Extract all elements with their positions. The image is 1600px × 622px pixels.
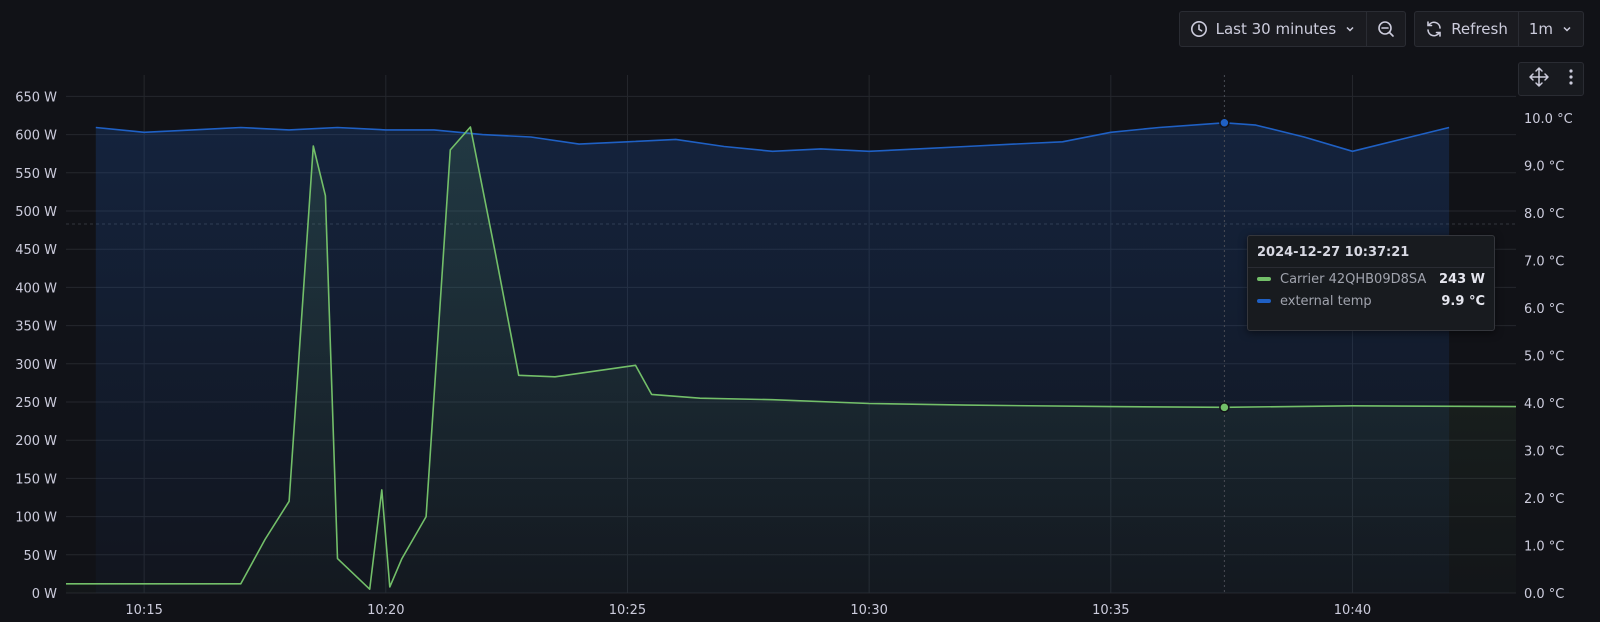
hover-tooltip: 2024-12-27 10:37:21 Carrier 42QHB09D8SA … — [1247, 235, 1495, 331]
tooltip-series-value: 243 W — [1438, 271, 1485, 287]
y-left-tick-label: 0 W — [32, 587, 57, 602]
x-axis: 10:15 10:20 10:25 10:30 10:35 10:40 — [125, 603, 1371, 618]
tooltip-row-power: Carrier 42QHB09D8SA 243 W — [1248, 268, 1494, 290]
x-tick-label: 10:30 — [850, 603, 887, 618]
panel-controls — [1518, 62, 1584, 96]
y-left-tick-label: 500 W — [15, 205, 57, 220]
x-tick-label: 10:40 — [1334, 603, 1371, 618]
hover-point-left — [1219, 402, 1230, 413]
y-left-tick-label: 550 W — [15, 167, 57, 182]
x-tick-label: 10:20 — [367, 603, 404, 618]
y-right-tick-label: 6.0 °C — [1524, 302, 1564, 317]
y-left-tick-label: 50 W — [23, 549, 57, 564]
tooltip-time: 2024-12-27 10:37:21 — [1248, 236, 1494, 268]
temp-swatch — [1257, 299, 1271, 303]
y-left-tick-label: 200 W — [15, 434, 57, 449]
move-icon[interactable] — [1528, 66, 1550, 92]
y-right-tick-label: 7.0 °C — [1524, 255, 1564, 270]
y-left-tick-label: 300 W — [15, 358, 57, 373]
kebab-menu-icon[interactable] — [1568, 68, 1574, 90]
tooltip-series-name: Carrier 42QHB09D8SA — [1280, 271, 1427, 287]
y-left-tick-label: 150 W — [15, 472, 57, 487]
left-axis: 0 W 50 W 100 W 150 W 200 W 250 W 300 W 350 W 400… — [15, 90, 57, 602]
y-left-tick-label: 650 W — [15, 90, 57, 105]
y-right-tick-label: 8.0 °C — [1524, 207, 1564, 222]
y-right-tick-label: 10.0 °C — [1524, 112, 1573, 127]
x-tick-label: 10:15 — [125, 603, 162, 618]
y-left-tick-label: 400 W — [15, 281, 57, 296]
x-tick-label: 10:25 — [609, 603, 646, 618]
y-left-tick-label: 100 W — [15, 511, 57, 526]
right-axis: 0.0 °C 1.0 °C 2.0 °C 3.0 °C 4.0 °C 5.0 °C 6.0 … — [1524, 112, 1573, 602]
y-left-tick-label: 350 W — [15, 320, 57, 335]
power-swatch — [1257, 277, 1271, 281]
y-right-tick-label: 9.0 °C — [1524, 160, 1564, 175]
x-tick-label: 10:35 — [1092, 603, 1129, 618]
y-left-tick-label: 450 W — [15, 243, 57, 258]
y-right-tick-label: 3.0 °C — [1524, 445, 1564, 460]
tooltip-series-name: external temp — [1280, 293, 1372, 309]
y-right-tick-label: 2.0 °C — [1524, 492, 1564, 507]
y-right-tick-label: 1.0 °C — [1524, 540, 1564, 555]
y-right-tick-label: 4.0 °C — [1524, 397, 1564, 412]
tooltip-series-value: 9.9 °C — [1441, 293, 1485, 309]
y-left-tick-label: 250 W — [15, 396, 57, 411]
y-left-tick-label: 600 W — [15, 129, 57, 144]
series-layer — [66, 122, 1517, 594]
hover-point-right — [1219, 117, 1230, 128]
y-right-tick-label: 0.0 °C — [1524, 587, 1564, 602]
y-right-tick-label: 5.0 °C — [1524, 350, 1564, 365]
tooltip-row-temp: external temp 9.9 °C — [1248, 290, 1494, 312]
